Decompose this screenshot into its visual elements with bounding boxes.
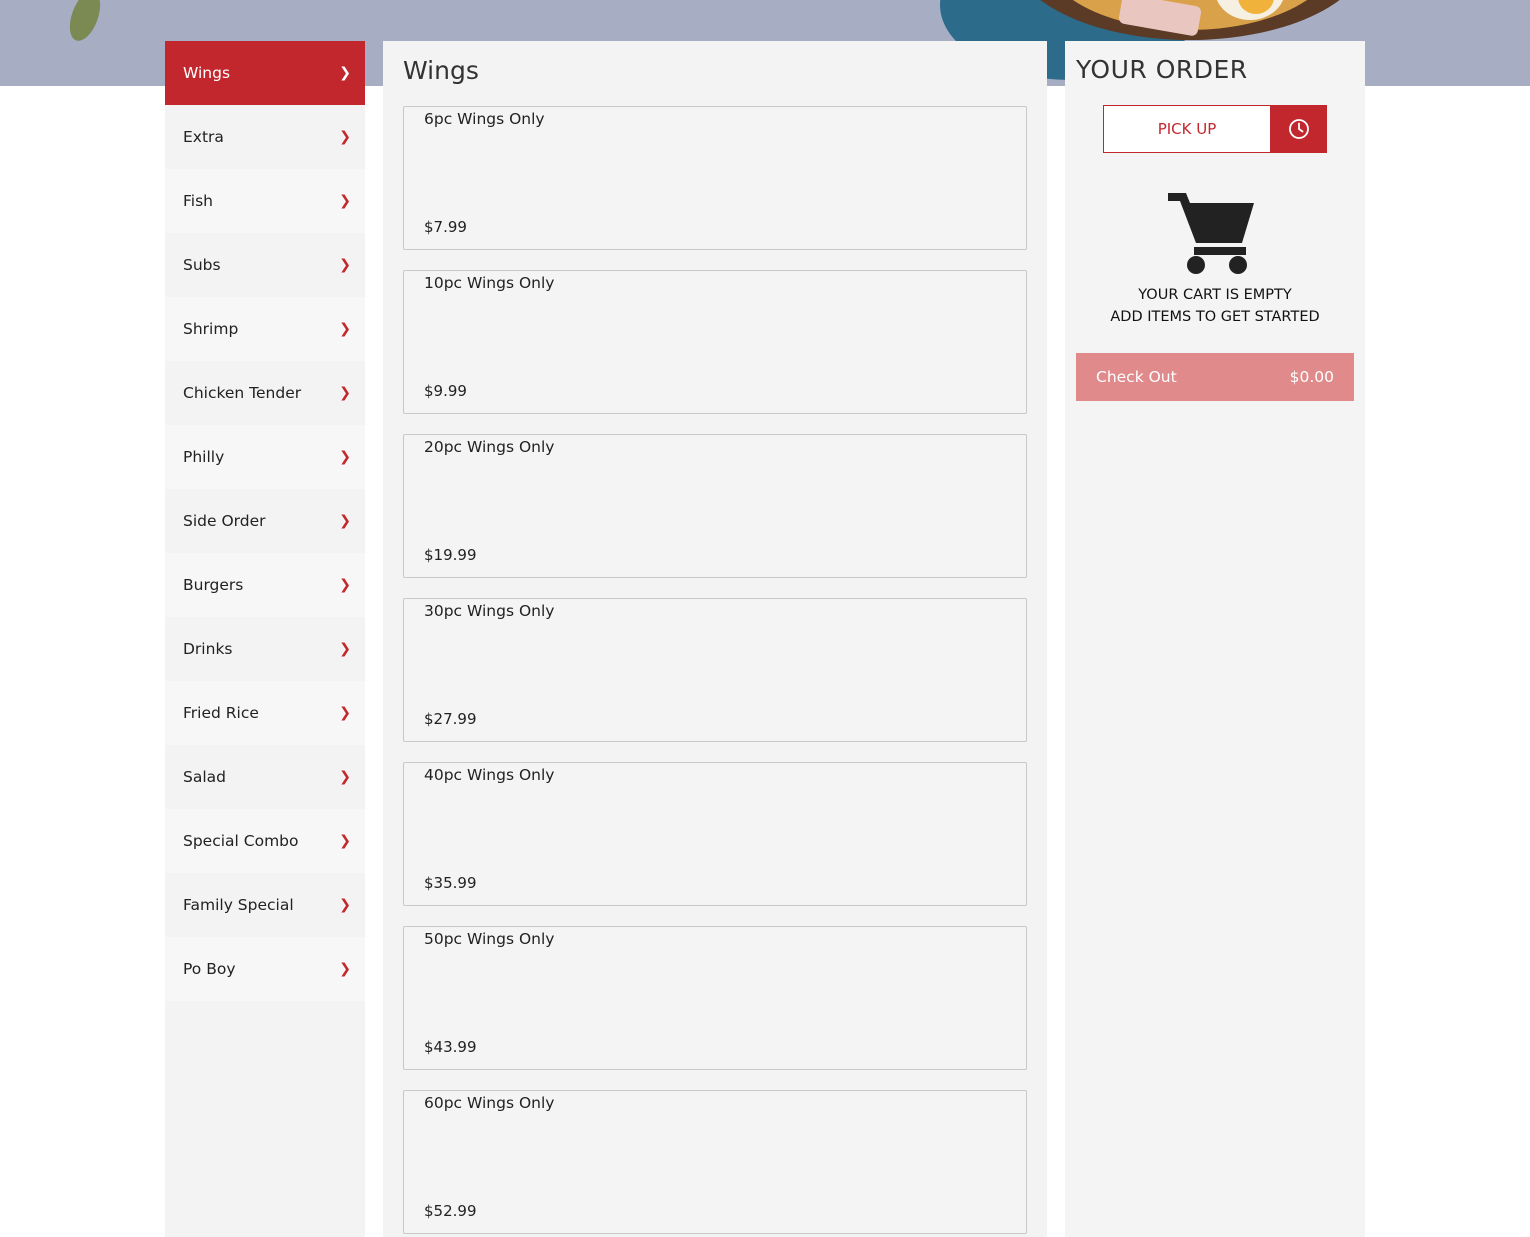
chevron-right-icon: ❯ <box>339 385 351 401</box>
menu-item-name: 10pc Wings Only <box>424 274 555 292</box>
menu-item-card[interactable]: 10pc Wings Only $9.99 <box>403 270 1027 414</box>
checkout-button[interactable]: Check Out $0.00 <box>1076 353 1354 401</box>
chevron-right-icon: ❯ <box>339 961 351 977</box>
category-chicken-tender[interactable]: Chicken Tender ❯ <box>165 361 365 425</box>
menu-item-price: $19.99 <box>424 546 477 564</box>
chevron-right-icon: ❯ <box>339 833 351 849</box>
menu-item-name: 20pc Wings Only <box>424 438 555 456</box>
menu-item-name: 60pc Wings Only <box>424 1094 555 1112</box>
category-fried-rice[interactable]: Fried Rice ❯ <box>165 681 365 745</box>
order-type-selector: PICK UP <box>1103 105 1327 153</box>
menu-item-card[interactable]: 30pc Wings Only $27.99 <box>403 598 1027 742</box>
menu-item-price: $52.99 <box>424 1202 477 1220</box>
checkout-label: Check Out <box>1096 368 1177 386</box>
category-family-special[interactable]: Family Special ❯ <box>165 873 365 937</box>
pickup-button[interactable]: PICK UP <box>1103 105 1271 153</box>
menu-item-name: 30pc Wings Only <box>424 602 555 620</box>
category-label: Po Boy <box>183 960 236 978</box>
category-shrimp[interactable]: Shrimp ❯ <box>165 297 365 361</box>
menu-item-price: $27.99 <box>424 710 477 728</box>
category-label: Family Special <box>183 896 294 914</box>
category-extra[interactable]: Extra ❯ <box>165 105 365 169</box>
category-label: Philly <box>183 448 225 466</box>
chevron-right-icon: ❯ <box>339 257 351 273</box>
menu-item-card[interactable]: 40pc Wings Only $35.99 <box>403 762 1027 906</box>
menu-item-card[interactable]: 60pc Wings Only $52.99 <box>403 1090 1027 1234</box>
chevron-right-icon: ❯ <box>339 321 351 337</box>
menu-item-price: $9.99 <box>424 382 467 400</box>
chevron-right-icon: ❯ <box>339 65 351 81</box>
category-label: Fried Rice <box>183 704 259 722</box>
order-title: YOUR ORDER <box>1076 55 1248 84</box>
category-side-order[interactable]: Side Order ❯ <box>165 489 365 553</box>
chevron-right-icon: ❯ <box>339 769 351 785</box>
category-special-combo[interactable]: Special Combo ❯ <box>165 809 365 873</box>
category-fish[interactable]: Fish ❯ <box>165 169 365 233</box>
chevron-right-icon: ❯ <box>339 705 351 721</box>
shopping-cart-icon <box>1168 193 1254 274</box>
checkout-total: $0.00 <box>1289 368 1334 386</box>
category-label: Drinks <box>183 640 233 658</box>
menu-section-title: Wings <box>403 56 479 85</box>
menu-item-name: 50pc Wings Only <box>424 930 555 948</box>
menu-item-price: $35.99 <box>424 874 477 892</box>
chevron-right-icon: ❯ <box>339 641 351 657</box>
category-sidebar: Wings ❯ Extra ❯ Fish ❯ Subs ❯ Shrimp ❯ Chicke… <box>165 41 365 1237</box>
empty-cart-message: YOUR CART IS EMPTY ADD ITEMS TO GET STAR… <box>1065 284 1365 328</box>
menu-item-card[interactable]: 6pc Wings Only $7.99 <box>403 106 1027 250</box>
menu-item-price: $7.99 <box>424 218 467 236</box>
category-salad[interactable]: Salad ❯ <box>165 745 365 809</box>
category-drinks[interactable]: Drinks ❯ <box>165 617 365 681</box>
category-label: Salad <box>183 768 226 786</box>
menu-item-card[interactable]: 20pc Wings Only $19.99 <box>403 434 1027 578</box>
category-label: Side Order <box>183 512 266 530</box>
category-label: Special Combo <box>183 832 299 850</box>
chevron-right-icon: ❯ <box>339 129 351 145</box>
category-philly[interactable]: Philly ❯ <box>165 425 365 489</box>
category-subs[interactable]: Subs ❯ <box>165 233 365 297</box>
chevron-right-icon: ❯ <box>339 193 351 209</box>
chevron-right-icon: ❯ <box>339 577 351 593</box>
category-label: Chicken Tender <box>183 384 302 402</box>
category-burgers[interactable]: Burgers ❯ <box>165 553 365 617</box>
empty-cart-line: YOUR CART IS EMPTY <box>1138 287 1292 303</box>
category-label: Wings <box>183 64 231 82</box>
clock-icon <box>1289 119 1309 139</box>
menu-item-price: $43.99 <box>424 1038 477 1056</box>
menu-item-name: 40pc Wings Only <box>424 766 555 784</box>
chevron-right-icon: ❯ <box>339 897 351 913</box>
category-label: Burgers <box>183 576 244 594</box>
category-wings[interactable]: Wings ❯ <box>165 41 365 105</box>
category-label: Subs <box>183 256 221 274</box>
pickup-time-button[interactable] <box>1271 105 1327 153</box>
category-label: Shrimp <box>183 320 239 338</box>
order-panel: YOUR ORDER PICK UP YOUR CART IS EMPTY AD… <box>1065 41 1365 1237</box>
chevron-right-icon: ❯ <box>339 513 351 529</box>
category-label: Fish <box>183 192 213 210</box>
chevron-right-icon: ❯ <box>339 449 351 465</box>
category-label: Extra <box>183 128 224 146</box>
category-po-boy[interactable]: Po Boy ❯ <box>165 937 365 1001</box>
menu-item-name: 6pc Wings Only <box>424 110 545 128</box>
menu-item-card[interactable]: 50pc Wings Only $43.99 <box>403 926 1027 1070</box>
empty-cart-subline: ADD ITEMS TO GET STARTED <box>1110 309 1320 325</box>
menu-panel: Wings 6pc Wings Only $7.99 10pc Wings Onl… <box>383 41 1047 1237</box>
